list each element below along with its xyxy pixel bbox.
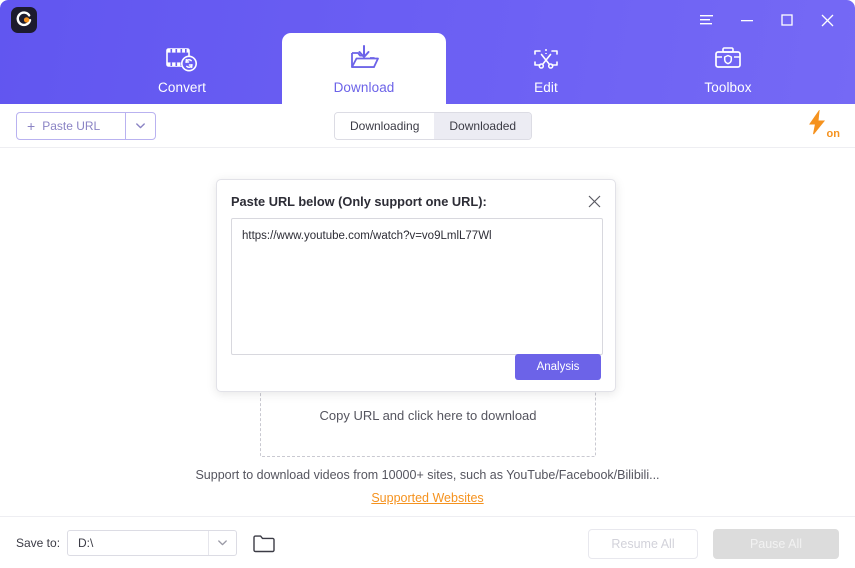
tab-download-label: Download [333,80,395,95]
url-input[interactable] [231,218,603,355]
tab-downloading-label: Downloading [350,119,420,133]
plus-icon: + [27,118,36,134]
folder-download-icon [348,41,380,77]
browse-folder-button[interactable] [251,531,277,555]
title-bar: Convert Download Edit Toolbox [0,0,855,104]
footer-bar: Save to: D:\ Resume All Pause All [0,516,855,568]
supported-websites-link[interactable]: Supported Websites [371,491,483,505]
download-status-tabs: Downloading Downloaded [334,112,533,140]
tab-downloading[interactable]: Downloading [335,113,435,139]
save-path-field[interactable]: D:\ [67,530,237,556]
tab-downloaded[interactable]: Downloaded [434,113,532,139]
analysis-button[interactable]: Analysis [515,354,601,380]
tab-toolbox[interactable]: Toolbox [646,33,810,104]
main-content: Copy URL and click here to download Supp… [0,148,855,516]
minimize-icon [741,20,753,22]
app-window: Convert Download Edit Toolbox + Paste UR… [0,0,855,568]
url-dropzone-label: Copy URL and click here to download [319,408,537,423]
paste-url-button[interactable]: + Paste URL [17,113,125,139]
resume-all-button[interactable]: Resume All [588,529,698,559]
tab-download[interactable]: Download [282,33,446,104]
window-controls [687,5,847,35]
app-logo-c-icon [16,11,32,27]
hamburger-icon [700,15,713,25]
maximize-icon [781,14,793,26]
minimize-button[interactable] [727,5,767,35]
save-path-dropdown-button[interactable] [208,531,236,555]
save-path-value: D:\ [78,536,94,550]
scissors-edit-icon [530,41,562,77]
tab-downloaded-label: Downloaded [449,119,517,133]
save-to-label: Save to: [16,536,61,550]
folder-icon [253,534,275,552]
tab-edit[interactable]: Edit [464,33,628,104]
menu-button[interactable] [687,5,727,35]
turbo-boost-state: on [826,128,840,140]
paste-url-dialog-close-button[interactable] [583,190,605,212]
tab-toolbox-label: Toolbox [704,80,752,95]
main-tabs: Convert Download Edit Toolbox [0,33,855,104]
tab-convert[interactable]: Convert [100,33,264,104]
toolbox-icon [712,41,744,77]
supported-websites-link-wrap: Supported Websites [0,489,855,507]
paste-url-group: + Paste URL [16,112,156,140]
turbo-boost-toggle[interactable]: on [807,109,841,141]
app-logo [11,7,37,33]
tab-edit-label: Edit [534,80,558,95]
url-dropzone[interactable]: Copy URL and click here to download [260,391,596,457]
supported-sites-text: Support to download videos from 10000+ s… [195,468,660,482]
chevron-down-icon [218,540,227,546]
maximize-button[interactable] [767,5,807,35]
action-toolbar: + Paste URL Downloading Downloaded on [0,104,855,148]
paste-url-dropdown-button[interactable] [125,113,155,139]
paste-url-dialog-title: Paste URL below (Only support one URL): [231,194,487,209]
paste-url-label: Paste URL [42,119,101,133]
tab-convert-label: Convert [158,80,206,95]
film-convert-icon [165,41,199,77]
close-icon [588,195,600,207]
close-button[interactable] [807,5,847,35]
paste-url-dialog: Paste URL below (Only support one URL): … [216,179,616,392]
chevron-down-icon [136,123,145,129]
pause-all-button[interactable]: Pause All [713,529,839,559]
close-icon [821,14,833,26]
